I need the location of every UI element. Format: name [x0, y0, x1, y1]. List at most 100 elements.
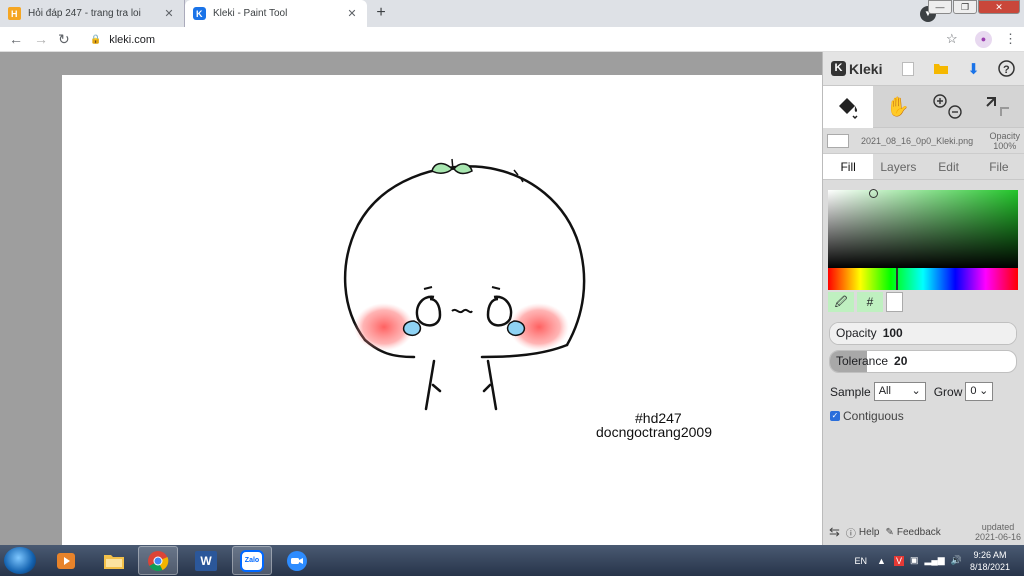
help-circle-icon[interactable]: ? — [990, 52, 1023, 86]
word-icon[interactable]: W — [186, 546, 226, 575]
close-tab-icon[interactable]: ✕ — [162, 7, 176, 20]
body-left — [424, 359, 442, 411]
panel-footer: ⇆ ⓘ Help ✎ Feedback updated 2021-06-16 — [823, 519, 1024, 545]
clock-date: 8/18/2021 — [969, 561, 1010, 572]
volume-icon[interactable]: 🔊 — [951, 555, 962, 566]
hand-tool-icon[interactable]: ✋ — [873, 86, 923, 128]
chrome-icon[interactable] — [138, 546, 178, 575]
taskbar-clock[interactable]: 9:26 AM 8/18/2021 — [970, 549, 1010, 573]
layer-thumbnail[interactable] — [827, 133, 849, 148]
kleki-workspace: #hd247 docngoctrang2009 — [0, 52, 822, 545]
tab-edit[interactable]: Edit — [924, 154, 974, 179]
sample-select[interactable]: All ⌄ — [873, 382, 926, 401]
zalo-icon[interactable]: Zalo — [232, 546, 272, 575]
plus-icon[interactable]: + — [373, 5, 389, 21]
color-picker-saturation[interactable] — [828, 189, 1018, 268]
chevron-down-icon: ⌄ — [911, 385, 921, 397]
svg-text:?: ? — [1003, 64, 1010, 76]
opacity-label: Opacity — [836, 326, 877, 340]
show-hidden-icons-icon[interactable]: ▲ — [877, 556, 886, 566]
kleki-favicon: K — [193, 7, 206, 20]
lock-icon[interactable]: 🔒 — [90, 34, 101, 45]
tab-file[interactable]: File — [974, 154, 1024, 179]
tolerance-slider[interactable]: Tolerance 20 — [829, 350, 1017, 373]
antivirus-icon[interactable]: V — [893, 555, 904, 566]
opacity-slider[interactable]: Opacity 100 — [829, 322, 1017, 345]
sample-select-value: All — [878, 385, 891, 397]
kleki-logo[interactable]: K Kleki — [823, 61, 891, 77]
language-indicator[interactable]: EN — [855, 556, 868, 566]
feedback-link[interactable]: ✎ Feedback — [885, 527, 940, 538]
close-tab-icon[interactable]: ✕ — [345, 7, 359, 20]
checkmark-icon[interactable]: ✓ — [830, 411, 840, 421]
hex-input-button[interactable]: # — [857, 292, 883, 312]
zalo-icon-label: Zalo — [240, 549, 264, 572]
layer-opacity-label: Opacity — [989, 130, 1020, 141]
back-icon[interactable]: ← — [9, 31, 23, 47]
bookmark-star-icon[interactable]: ☆ — [946, 31, 958, 47]
minimize-button[interactable]: — — [928, 0, 952, 14]
tab-kleki[interactable]: K Kleki - Paint Tool ✕ — [185, 0, 367, 27]
network-icon[interactable]: ▂▄▆ — [925, 555, 945, 566]
hue-slider[interactable] — [828, 268, 1018, 290]
eyedropper-icon[interactable]: 🖉 — [828, 292, 854, 312]
eye-left — [415, 295, 442, 327]
profile-avatar[interactable]: ● — [975, 31, 992, 48]
paint-bucket-icon[interactable] — [823, 86, 873, 128]
word-icon-letter: W — [195, 550, 217, 571]
tab-fill[interactable]: Fill — [823, 154, 874, 179]
feedback-label: Feedback — [896, 526, 941, 538]
browser-toolbar: ← → ↻ 🔒 kleki.com ☆ ● ⋮ — [0, 27, 1024, 52]
help-icon: ⓘ — [845, 528, 856, 540]
secondary-color-swatch[interactable] — [886, 292, 903, 312]
kleki-logo-icon: K — [831, 61, 846, 76]
tray-app-icon[interactable]: ▣ — [910, 555, 919, 566]
download-icon[interactable]: ⬇ — [957, 52, 990, 86]
drawing-canvas[interactable]: #hd247 docngoctrang2009 — [62, 75, 822, 545]
opacity-value: 100 — [882, 326, 903, 340]
undo-redo-icon[interactable] — [973, 86, 1023, 128]
kleki-side-panel: K Kleki ⬇ ? ✋ 2021_08_16_0p0_Kleki.png O… — [822, 52, 1024, 545]
zoom-icon[interactable] — [277, 546, 317, 575]
media-player-icon[interactable] — [46, 546, 86, 575]
open-folder-icon[interactable] — [924, 52, 957, 86]
updated-info: updated 2021-06-16 — [975, 522, 1021, 542]
clock-time: 9:26 AM — [973, 549, 1007, 560]
window-close-button[interactable]: ✕ — [978, 0, 1020, 14]
tear-left — [402, 320, 422, 337]
tolerance-value: 20 — [894, 354, 908, 368]
window-controls: — ❐ ✕ — [928, 0, 1020, 14]
zoom-in-out-icon[interactable] — [923, 86, 973, 128]
updated-label: updated — [981, 522, 1015, 532]
tolerance-label: Tolerance — [836, 354, 889, 368]
address-bar[interactable]: 🔒 kleki.com — [80, 29, 965, 50]
tool-row: ✋ — [823, 86, 1024, 128]
mouth — [451, 308, 473, 314]
kebab-menu-icon[interactable]: ⋮ — [1004, 31, 1017, 47]
restore-button[interactable]: ❐ — [953, 0, 977, 14]
help-link[interactable]: ⓘ Help — [846, 525, 880, 540]
feedback-icon: ✎ — [885, 526, 894, 538]
chevron-down-icon: ⌄ — [979, 385, 989, 397]
contiguous-checkbox[interactable]: ✓ Contiguous — [830, 409, 904, 423]
new-file-icon[interactable] — [891, 52, 924, 86]
start-orb[interactable] — [4, 547, 36, 574]
kleki-logo-text: Kleki — [849, 60, 883, 77]
svg-text:H: H — [11, 9, 18, 19]
hoidap-favicon: H — [8, 7, 21, 20]
grow-select[interactable]: 0 ⌄ — [965, 382, 994, 401]
hue-slider-marker[interactable] — [896, 268, 898, 290]
grow-label: Grow — [933, 384, 963, 399]
tab-hoidap247[interactable]: H Hỏi đáp 247 - trang tra loi ✕ — [0, 0, 185, 27]
color-picker-knob[interactable] — [869, 189, 878, 198]
watermark-author: docngoctrang2009 — [596, 424, 712, 440]
eye-right — [486, 295, 513, 327]
grow-select-value: 0 — [970, 385, 977, 397]
swap-arrows-icon[interactable]: ⇆ — [829, 524, 840, 540]
body-right — [482, 359, 498, 411]
svg-text:K: K — [196, 9, 203, 19]
reload-icon[interactable]: ↻ — [58, 31, 70, 48]
file-explorer-icon[interactable] — [94, 546, 134, 575]
forward-icon[interactable]: → — [34, 31, 48, 47]
tab-layers[interactable]: Layers — [873, 154, 923, 179]
